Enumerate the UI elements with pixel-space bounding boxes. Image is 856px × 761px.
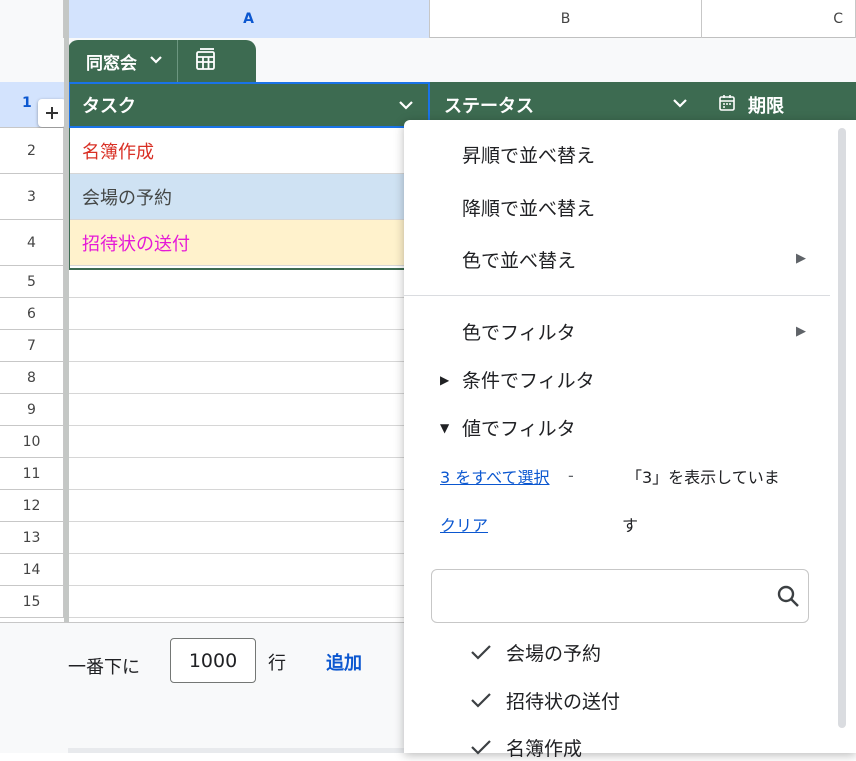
row-number[interactable]: 4 [0, 220, 64, 266]
caret-right-icon[interactable]: ▶ [440, 373, 449, 387]
menu-item-filter-values[interactable]: 値でフィルタ [462, 414, 576, 441]
link-separator: - [568, 466, 574, 485]
row-number[interactable]: 12 [0, 490, 64, 522]
showing-count-text-cont: す [622, 516, 639, 535]
table-name: 同窓会 [86, 53, 137, 74]
table-grid-icon[interactable] [194, 47, 218, 75]
add-rows-button[interactable]: 追加 [326, 649, 362, 675]
clear-link[interactable]: クリア [440, 512, 488, 536]
chevron-down-icon[interactable] [398, 96, 414, 119]
check-icon[interactable] [470, 738, 492, 760]
select-all-corner[interactable] [0, 0, 64, 38]
column-header-c[interactable]: C [702, 0, 856, 38]
row-number[interactable]: 11 [0, 458, 64, 490]
column-header-a[interactable]: A [68, 0, 430, 38]
showing-count-text: 「3」を表示していま [626, 468, 780, 487]
frozen-column-divider[interactable] [64, 0, 69, 622]
calendar-icon [718, 94, 736, 117]
row-number[interactable]: 2 [0, 128, 64, 174]
filter-value-item[interactable]: 会場の予約 [506, 639, 601, 666]
menu-item-sort-desc[interactable]: 降順で並べ替え [462, 194, 595, 221]
filter-search-input[interactable] [431, 569, 809, 623]
table-name-chip[interactable]: 同窓会 [68, 40, 256, 82]
table-border-bottom [68, 268, 430, 270]
task-cell[interactable]: 会場の予約 [68, 174, 430, 220]
header-deadline-label: 期限 [748, 96, 784, 117]
column-header-b[interactable]: B [430, 0, 702, 38]
chevron-down-icon[interactable] [672, 94, 688, 117]
check-icon[interactable] [470, 691, 492, 713]
header-task-label: タスク [82, 96, 136, 117]
select-all-link[interactable]: 3 をすべて選択 [440, 464, 550, 488]
add-rows-label: 一番下に [68, 657, 140, 678]
row-number[interactable]: 8 [0, 362, 64, 394]
row-number[interactable]: 10 [0, 426, 64, 458]
header-status-label: ステータス [444, 96, 534, 117]
search-icon [776, 584, 800, 612]
menu-item-sort-color[interactable]: 色で並べ替え [462, 246, 576, 273]
row-number-1: 1 [22, 95, 32, 111]
row-number[interactable]: 13 [0, 522, 64, 554]
add-rows-unit: 行 [268, 653, 286, 674]
task-cell[interactable]: 招待状の送付 [68, 220, 430, 266]
caret-down-icon[interactable]: ▼ [440, 421, 449, 435]
tab-divider [177, 40, 178, 82]
row-number[interactable]: 14 [0, 554, 64, 586]
add-row-button[interactable] [38, 99, 66, 127]
row-number[interactable]: 9 [0, 394, 64, 426]
filter-menu: 昇順で並べ替え 降順で並べ替え 色で並べ替え ▶ 色でフィルタ ▶ ▶ 条件でフ… [404, 120, 856, 760]
row-number[interactable]: 15 [0, 586, 64, 618]
menu-item-filter-color[interactable]: 色でフィルタ [462, 318, 576, 345]
filter-value-item[interactable]: 招待状の送付 [506, 687, 620, 714]
row-number[interactable]: 7 [0, 330, 64, 362]
menu-scrollbar[interactable] [838, 128, 846, 728]
plus-icon [46, 107, 58, 119]
submenu-arrow-icon: ▶ [796, 324, 806, 339]
filter-value-item[interactable]: 名簿作成 [506, 734, 582, 761]
menu-item-sort-asc[interactable]: 昇順で並べ替え [462, 141, 595, 168]
row-number[interactable]: 5 [0, 266, 64, 298]
chevron-down-icon[interactable] [149, 53, 163, 69]
submenu-arrow-icon: ▶ [796, 251, 806, 266]
menu-divider [404, 295, 830, 296]
header-cell-task[interactable]: タスク [68, 82, 430, 128]
add-rows-count-input[interactable] [170, 638, 256, 683]
task-cell[interactable]: 名簿作成 [68, 128, 430, 174]
menu-item-filter-condition[interactable]: 条件でフィルタ [462, 366, 595, 393]
row-number[interactable]: 6 [0, 298, 64, 330]
check-icon[interactable] [470, 643, 492, 665]
row-number[interactable]: 3 [0, 174, 64, 220]
